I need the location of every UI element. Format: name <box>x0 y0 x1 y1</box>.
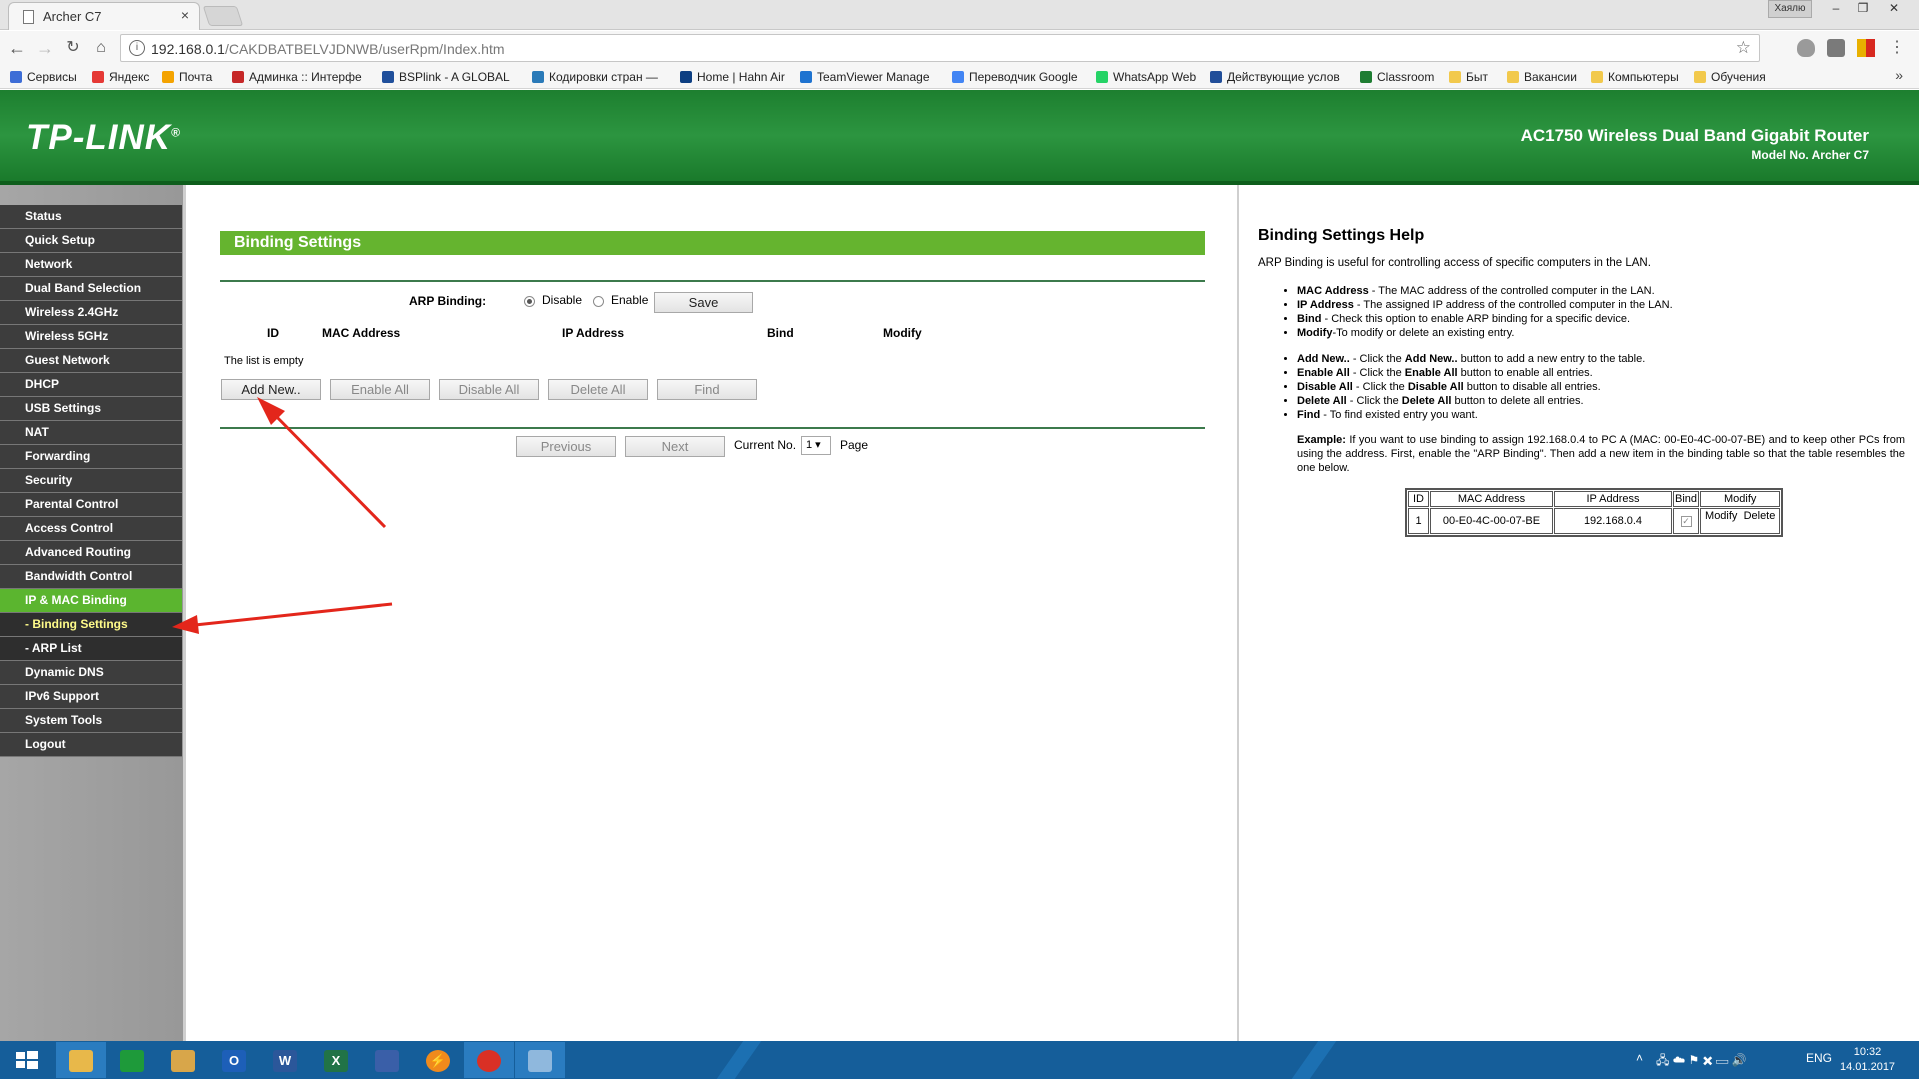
file-explorer-icon <box>69 1050 93 1072</box>
clock[interactable]: 10:32 14.01.2017 <box>1840 1045 1895 1075</box>
outlook-icon: O <box>222 1050 246 1072</box>
lightning-app-icon: ⚡ <box>426 1050 450 1072</box>
taskbar-word[interactable]: W <box>260 1042 310 1078</box>
taskbar-chrome[interactable] <box>464 1042 514 1078</box>
network-app-icon <box>375 1050 399 1072</box>
tools-icon <box>171 1050 195 1072</box>
remote-desktop-icon <box>528 1050 552 1072</box>
word-icon: W <box>273 1050 297 1072</box>
start-button[interactable] <box>2 1042 52 1078</box>
taskbar-lightning-app[interactable]: ⚡ <box>413 1042 463 1078</box>
excel-icon: X <box>324 1050 348 1072</box>
arrow-to-binding-settings <box>172 602 393 634</box>
windows-icon <box>16 1051 38 1069</box>
taskbar-network-app[interactable] <box>362 1042 412 1078</box>
store-icon <box>120 1050 144 1072</box>
taskbar-remote-desktop[interactable] <box>515 1042 565 1078</box>
taskbar-tools[interactable] <box>158 1042 208 1078</box>
annotation-arrows <box>172 397 393 634</box>
taskbar: O W X ⚡ ˄ 🖧 ☁ ⚑ ✖ ▭ 🔊 ENG 10:32 14.01.2017 <box>0 1041 1919 1079</box>
taskbar-file-explorer[interactable] <box>56 1042 106 1078</box>
taskbar-outlook[interactable]: O <box>209 1042 259 1078</box>
arrow-to-add-new <box>257 397 387 529</box>
taskbar-store[interactable] <box>107 1042 157 1078</box>
tray-chevron-icon[interactable]: ˄ <box>1636 1051 1643 1065</box>
tray-icons[interactable]: 🖧 ☁ ⚑ ✖ ▭ 🔊 <box>1656 1051 1746 1072</box>
taskbar-stripe <box>1291 1041 1337 1079</box>
taskbar-excel[interactable]: X <box>311 1042 361 1078</box>
language-indicator[interactable]: ENG <box>1806 1051 1832 1065</box>
taskbar-stripe <box>716 1041 762 1079</box>
chrome-icon <box>477 1050 501 1072</box>
